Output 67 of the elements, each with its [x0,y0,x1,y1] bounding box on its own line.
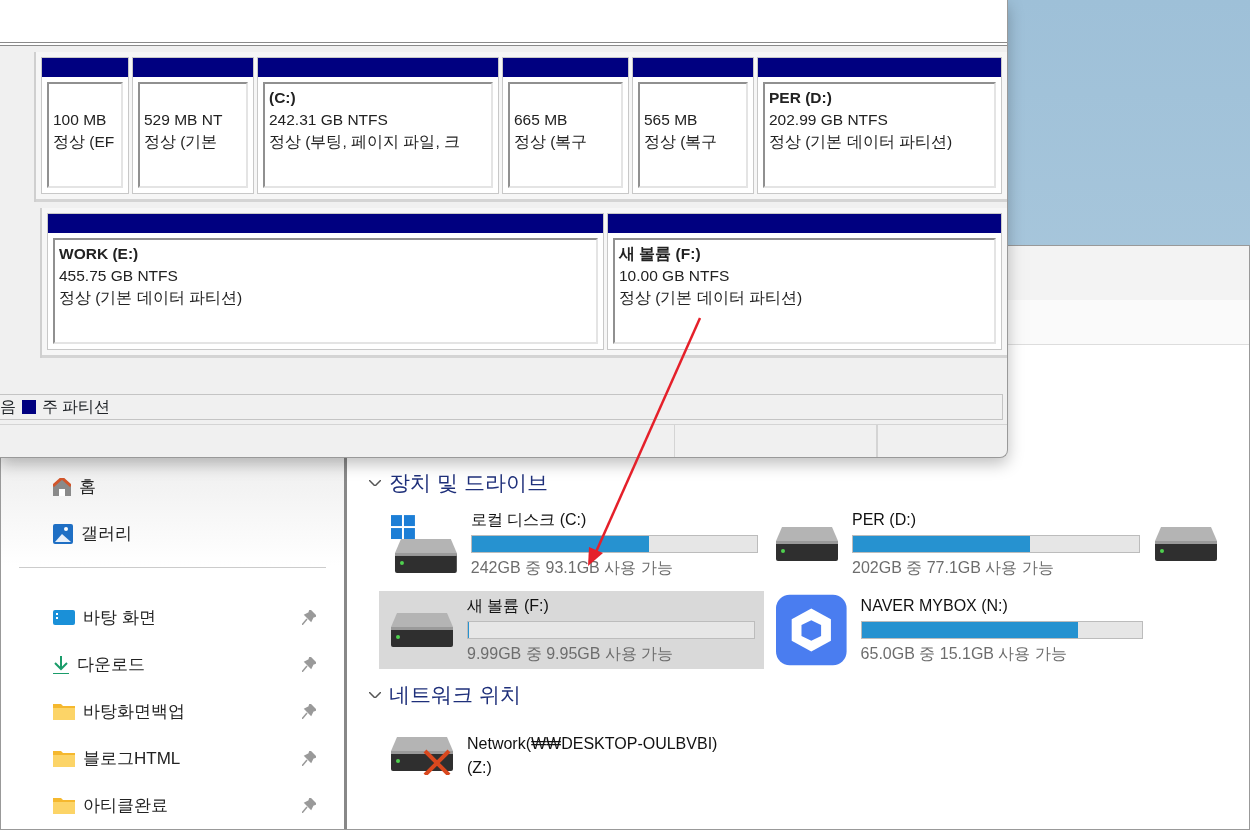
sidebar-item[interactable]: 아티클완료 [1,782,344,829]
sidebar-item[interactable]: 갤러리 [1,510,344,557]
download-icon [53,655,69,674]
drive-icon [391,613,453,647]
partition-size: 665 MB [514,110,569,130]
partition-block[interactable]: 새 볼륨 (F:) 10.00 GB NTFS 정상 (기본 데이터 파티션) [607,213,1002,350]
partition-block[interactable]: 100 MB 정상 (EF [41,57,129,194]
sidebar-item[interactable]: 다운로드 [1,641,344,688]
drive-name: Network(₩₩DESKTOP-OULBVBI) [467,734,719,754]
desktop-icon [53,610,75,625]
cube-app-icon [776,594,847,666]
partition-block[interactable]: PER (D:) 202.99 GB NTFS 정상 (기본 데이터 파티션) [757,57,1002,194]
drive-tile[interactable]: Network(₩₩DESKTOP-OULBVBI) (Z:) [379,717,764,795]
partition-name: PER (D:) [769,89,832,106]
partition-name: (C:) [269,89,296,106]
legend-label: 음 [0,397,16,417]
partition-name: WORK (E:) [59,245,139,262]
legend-label: 주 파티션 [42,397,111,417]
drive-icon [1155,527,1217,561]
drive-name: NAVER MYBOX (N:) [860,596,1009,616]
sidebar-item[interactable]: 바탕화면백업 [1,688,344,735]
partition-status: 정상 (기본 데이터 파티션) [769,132,954,152]
partition-size: 455.75 GB NTFS [59,266,179,286]
partition-size: 242.31 GB NTFS [269,110,389,130]
partition-status: 정상 (부팅, 페이지 파일, 크 [269,132,461,152]
drive-tile[interactable]: 로컬 디스크 (C:) 242GB 중 93.1GB 사용 가능 [379,505,764,583]
drive-name: 새 볼륨 (F:) [467,596,550,616]
drive-letter: (Z:) [467,758,493,778]
drive-tile[interactable]: NAVER MYBOX (N:) 65.0GB 중 15.1GB 사용 가능 [764,591,1149,669]
partition-status: 정상 (기본 데이터 파티션) [59,288,244,308]
partition-status: 정상 (기본 데이터 파티션) [619,288,804,308]
partition-status: 정상 (EF [53,132,116,152]
drive-usage-text: 242GB 중 93.1GB 사용 가능 [470,558,674,578]
drive-name: PER (D:) [852,510,917,530]
home-icon [53,477,71,496]
partition-status: 정상 (복구 [644,132,719,152]
sidebar-item[interactable]: 바탕 화면 [1,594,344,641]
partition-status: 정상 (복구 [514,132,589,152]
drive-name: 로컬 디스크 (C:) [470,510,588,530]
folder-icon [53,703,75,720]
partition-size: 10.00 GB NTFS [619,266,731,286]
drive-tile[interactable]: 새 볼륨 (F:) 9.99GB 중 9.95GB 사용 가능 [379,591,764,669]
drive-usage-text: 65.0GB 중 15.1GB 사용 가능 [860,644,1068,664]
section-heading: 장치 및 드라이브 [389,470,548,497]
partition-size: 565 MB [644,110,699,130]
section-heading: 네트워크 위치 [389,682,521,709]
partition-block[interactable]: (C:) 242.31 GB NTFS 정상 (부팅, 페이지 파일, 크 [257,57,499,194]
partition-name: 새 볼륨 (F:) [619,245,701,262]
partition-status: 정상 (기본 [144,132,219,152]
partition-size: 529 MB NT [144,110,224,130]
folder-icon [53,797,75,814]
partition-size: 202.99 GB NTFS [769,110,889,130]
partition-block[interactable]: 529 MB NT 정상 (기본 [132,57,254,194]
folder-icon [53,750,75,767]
partition-block[interactable]: WORK (E:) 455.75 GB NTFS 정상 (기본 데이터 파티션) [47,213,604,350]
sidebar-item[interactable]: 홈 [1,463,344,510]
drive-usage-text: 9.99GB 중 9.95GB 사용 가능 [467,644,675,664]
partition-block[interactable]: 665 MB 정상 (복구 [502,57,629,194]
partition-size: 100 MB [53,110,108,130]
sidebar-item[interactable]: 블로그HTML [1,735,344,782]
gallery-icon [53,523,73,544]
drive-tile[interactable]: PER (D:) 202GB 중 77.1GB 사용 가능 [764,505,1149,583]
drive-usage-text: 202GB 중 77.1GB 사용 가능 [852,558,1055,578]
drive-icon [776,527,838,561]
drive-icon [391,515,457,573]
partition-block[interactable]: 565 MB 정상 (복구 [632,57,754,194]
network-drive-icon [391,737,453,775]
